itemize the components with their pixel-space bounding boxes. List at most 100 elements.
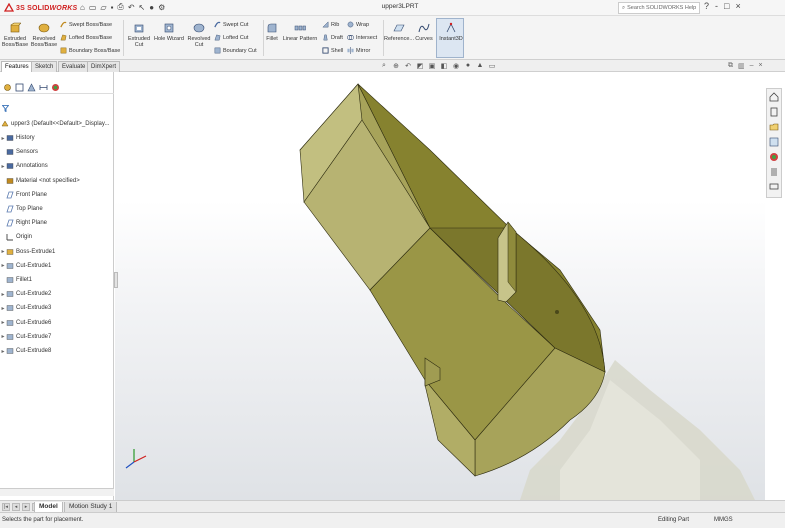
- boundary-boss-button[interactable]: Boundary Boss/Base: [60, 47, 120, 54]
- tree-item-cut-extrude8[interactable]: ▸ Cut-Extrude8: [0, 345, 51, 357]
- tree-item-boss-extrude1[interactable]: ▸ Boss-Extrude1: [0, 246, 55, 258]
- tree-item-cut-extrude2[interactable]: ▸ Cut-Extrude2: [0, 288, 51, 300]
- boundary-cut-button[interactable]: Boundary Cut: [214, 47, 257, 54]
- solidworks-resources-icon[interactable]: [769, 92, 779, 102]
- hole-wizard-button[interactable]: Hole Wizard: [154, 22, 184, 42]
- extruded-cut-button[interactable]: Extruded Cut: [126, 22, 152, 48]
- close-button[interactable]: ×: [735, 1, 740, 11]
- revolved-boss-button[interactable]: Revolved Boss/Base: [31, 22, 57, 48]
- previous-view-icon[interactable]: ↶: [404, 62, 412, 70]
- feature-manager-tab-icon[interactable]: [3, 83, 12, 92]
- intersect-button[interactable]: Intersect: [347, 34, 377, 41]
- solidworks-logo[interactable]: 3S SOLIDWORKS: [4, 2, 77, 14]
- doc-minimize-icon[interactable]: –: [750, 62, 754, 70]
- save-icon[interactable]: ▪: [111, 3, 114, 12]
- tree-item-material-not-specified[interactable]: Material <not specified>: [0, 175, 80, 187]
- display-style-icon[interactable]: ◧: [440, 62, 448, 70]
- section-view-icon[interactable]: ◩: [416, 62, 424, 70]
- prev-tab-icon[interactable]: ◂: [12, 503, 20, 511]
- swept-boss-label: Swept Boss/Base: [69, 21, 113, 28]
- rebuild-icon[interactable]: ●: [149, 3, 154, 12]
- tree-item-front-plane[interactable]: Front Plane: [0, 189, 47, 201]
- cut-extrude-icon: [6, 348, 14, 354]
- tree-item-sensors[interactable]: Sensors: [0, 146, 38, 158]
- reference-geometry-button[interactable]: Reference...: [384, 22, 414, 42]
- zoom-area-icon[interactable]: ⊕: [392, 62, 400, 70]
- tree-item-top-plane[interactable]: Top Plane: [0, 203, 43, 215]
- wrap-button[interactable]: Wrap: [347, 21, 369, 28]
- undo-icon[interactable]: ↶: [128, 3, 135, 12]
- swept-cut-button[interactable]: Swept Cut: [214, 21, 248, 28]
- edit-appearance-icon[interactable]: ●: [464, 62, 472, 70]
- tree-item-history[interactable]: ▸ History: [0, 132, 34, 144]
- shell-button[interactable]: Shell: [322, 47, 343, 54]
- open-file-icon[interactable]: ▱: [100, 3, 106, 12]
- configuration-manager-tab-icon[interactable]: [27, 83, 36, 92]
- view-palette-icon[interactable]: [769, 137, 779, 147]
- options-icon[interactable]: ⚙: [158, 3, 165, 12]
- tree-item-annotations[interactable]: ▸ Annotations: [0, 160, 47, 172]
- tree-item-fillet1[interactable]: Fillet1: [0, 274, 32, 286]
- panel-collapse-handle[interactable]: [114, 272, 118, 288]
- lofted-boss-button[interactable]: Lofted Boss/Base: [60, 34, 112, 41]
- next-tab-icon[interactable]: ▸: [22, 503, 30, 511]
- view-orientation-icon[interactable]: ▣: [428, 62, 436, 70]
- custom-properties-icon[interactable]: [769, 167, 779, 177]
- help-search-input[interactable]: ⌕ Search SOLIDWORKS Help: [618, 2, 700, 14]
- tree-item-cut-extrude6[interactable]: ▸ Cut-Extrude6: [0, 317, 51, 329]
- instant3d-button[interactable]: Instant3D: [436, 18, 464, 58]
- first-tab-icon[interactable]: |◂: [2, 503, 10, 511]
- tree-root-part[interactable]: upper3 (Default<<Default>_Display...: [1, 118, 109, 130]
- draft-button[interactable]: Draft: [322, 34, 343, 41]
- filter-icon[interactable]: [2, 105, 9, 112]
- new-file-icon[interactable]: ▭: [89, 3, 97, 12]
- help-icon[interactable]: ?: [704, 1, 709, 11]
- maximize-button[interactable]: □: [724, 1, 729, 11]
- fillet-button[interactable]: Fillet: [265, 22, 279, 42]
- hide-show-icon[interactable]: ◉: [452, 62, 460, 70]
- revolved-boss-label: Revolved Boss/Base: [30, 36, 58, 48]
- select-icon[interactable]: ↖: [139, 3, 146, 12]
- minimize-button[interactable]: -: [715, 1, 718, 11]
- tree-item-cut-extrude3[interactable]: ▸ Cut-Extrude3: [0, 302, 51, 314]
- home-icon[interactable]: ⌂: [80, 3, 85, 12]
- lofted-cut-button[interactable]: Lofted Cut: [214, 34, 248, 41]
- draft-icon: [323, 34, 328, 41]
- tree-item-cut-extrude1[interactable]: ▸ Cut-Extrude1: [0, 260, 51, 272]
- view-settings-icon[interactable]: ▭: [488, 62, 496, 70]
- doc-close-icon[interactable]: ×: [759, 62, 763, 70]
- tab-evaluate[interactable]: Evaluate: [58, 61, 90, 72]
- tab-sketch[interactable]: Sketch: [31, 61, 58, 72]
- tree-item-label: Boss-Extrude1: [16, 248, 56, 255]
- linear-pattern-button[interactable]: Linear Pattern: [281, 22, 319, 42]
- panel-horizontal-scrollbar[interactable]: [0, 488, 114, 496]
- display-manager-tab-icon[interactable]: [51, 83, 60, 92]
- extruded-boss-button[interactable]: Extruded Boss/Base: [2, 22, 28, 48]
- lofted-boss-icon: [60, 34, 67, 41]
- graphics-area[interactable]: [115, 72, 765, 500]
- curves-button[interactable]: Curves: [414, 22, 434, 42]
- swept-boss-button[interactable]: Swept Boss/Base: [60, 21, 112, 28]
- swept-cut-label: Swept Cut: [223, 21, 249, 28]
- status-units[interactable]: MMGS: [714, 517, 733, 523]
- tree-item-origin[interactable]: Origin: [0, 231, 32, 243]
- print-icon[interactable]: ⎙: [117, 2, 123, 12]
- design-library-icon[interactable]: [769, 107, 779, 117]
- file-explorer-icon[interactable]: [769, 122, 779, 132]
- doc-restore-icon[interactable]: ⧉: [728, 62, 733, 70]
- tab-dimxpert[interactable]: DimXpert: [87, 61, 121, 72]
- revolved-cut-button[interactable]: Revolved Cut: [187, 22, 211, 48]
- tab-features[interactable]: Features: [1, 61, 33, 72]
- mirror-button[interactable]: Mirror: [347, 47, 370, 54]
- zoom-to-fit-icon[interactable]: ⌕: [380, 62, 388, 70]
- appearances-icon[interactable]: [769, 152, 779, 162]
- doc-tile-icon[interactable]: ▥: [738, 62, 745, 70]
- rib-button[interactable]: Rib: [322, 21, 339, 28]
- hole-wizard-label: Hole Wizard: [154, 36, 184, 42]
- property-manager-tab-icon[interactable]: [15, 83, 24, 92]
- tree-item-cut-extrude7[interactable]: ▸ Cut-Extrude7: [0, 331, 51, 343]
- dimxpert-manager-tab-icon[interactable]: [39, 83, 48, 92]
- forum-icon[interactable]: [769, 182, 779, 192]
- tree-item-right-plane[interactable]: Right Plane: [0, 217, 47, 229]
- apply-scene-icon[interactable]: ▲: [476, 62, 484, 70]
